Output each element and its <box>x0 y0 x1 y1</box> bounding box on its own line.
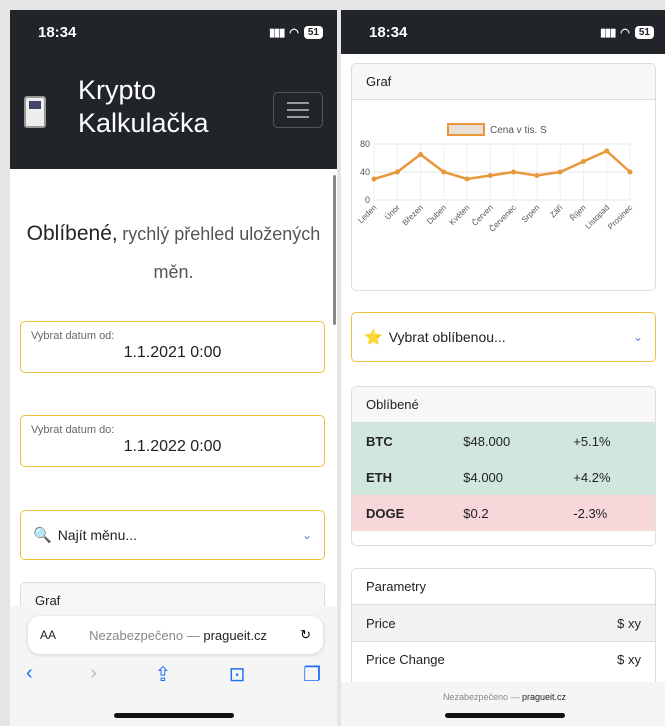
right-screen: 18:34 ▮▮▮ ◠ 51 Graf Cena v tis. S 0 40 80 Le… <box>341 10 665 726</box>
params-list: Price $ xy Price Change $ xy <box>352 605 655 677</box>
browser-bar: AA Nezabezpečeno — pragueit.cz ↻ ‹ › ⇪ ⊡… <box>10 606 337 726</box>
y-tick-label: 40 <box>360 167 370 177</box>
favorite-select[interactable]: ⭐ Vybrat oblíbenou... ⌄ <box>351 312 656 362</box>
forward-icon[interactable]: › <box>90 662 97 687</box>
graph-card-title: Graf <box>352 64 655 100</box>
data-point <box>464 176 470 182</box>
battery-icon: 51 <box>303 25 323 39</box>
table-row[interactable]: ETH $4.000 +4.2% <box>352 459 655 495</box>
tabs-icon[interactable]: ❐ <box>303 662 321 687</box>
bookmarks-icon[interactable]: ⊡ <box>229 662 246 687</box>
reader-aa-button[interactable]: AA <box>40 628 56 642</box>
data-point <box>627 169 633 175</box>
series-line <box>373 149 631 181</box>
x-tick-label: Prosinec <box>606 203 634 231</box>
battery-icon: 51 <box>634 25 654 39</box>
left-screen: 18:34 ▮▮▮ ◠ 51 Krypto Kalkulačka Oblíben… <box>10 10 337 726</box>
data-point <box>534 173 540 178</box>
x-tick-label: Září <box>548 203 565 220</box>
x-tick-label: Srpen <box>520 203 541 224</box>
x-tick-label: Květen <box>448 203 472 227</box>
graph-card: Graf Cena v tis. S 0 40 80 Leden Únor Březen Du… <box>351 63 656 291</box>
calculator-icon <box>24 96 46 128</box>
hamburger-icon <box>287 102 309 104</box>
date-from-value[interactable]: 1.1.2021 0:00 <box>31 344 314 362</box>
address-bar[interactable]: AA Nezabezpečeno — pragueit.cz ↻ <box>28 616 323 654</box>
data-point <box>394 169 400 175</box>
data-point <box>557 169 563 175</box>
back-icon[interactable]: ‹ <box>26 662 33 687</box>
chevron-down-icon: ⌄ <box>632 330 643 344</box>
favorites-table: BTC $48.000 +5.1% ETH $4.000 +4.2% DOGE … <box>352 423 655 531</box>
status-bar: 18:34 ▮▮▮ ◠ 51 <box>341 10 665 54</box>
data-point <box>441 169 447 175</box>
browser-toolbar: ‹ › ⇪ ⊡ ❐ <box>10 662 337 687</box>
status-time: 18:34 <box>38 23 77 41</box>
line-chart: Cena v tis. S 0 40 80 Leden ÚnorBřezen Duben Kv… <box>356 123 634 234</box>
navbar: Krypto Kalkulačka <box>10 54 337 169</box>
reload-icon[interactable]: ↻ <box>300 627 311 643</box>
home-indicator <box>113 713 234 718</box>
table-row[interactable]: DOGE $0.2 -2.3% <box>352 495 655 531</box>
data-point <box>487 173 493 178</box>
signal-icon: ▮▮▮ <box>600 26 616 39</box>
status-bar: 18:34 ▮▮▮ ◠ 51 <box>10 10 337 54</box>
chevron-down-icon: ⌄ <box>301 528 312 542</box>
x-tick-label: Leden <box>356 203 378 225</box>
x-tick-label: Duben <box>425 203 448 226</box>
favorites-title: Oblíbené <box>352 387 655 423</box>
data-point <box>418 152 424 157</box>
data-point <box>604 148 610 154</box>
date-to-value[interactable]: 1.1.2022 0:00 <box>31 438 314 456</box>
param-row: Price $ xy <box>352 605 655 641</box>
share-icon[interactable]: ⇪ <box>154 662 171 687</box>
y-tick-label: 80 <box>360 139 370 149</box>
date-from-field[interactable]: Vybrat datum od: 1.1.2021 0:00 <box>20 321 325 373</box>
date-to-field[interactable]: Vybrat datum do: 1.1.2022 0:00 <box>20 415 325 467</box>
brand-title[interactable]: Krypto Kalkulačka <box>78 74 209 140</box>
legend-label: Cena v tis. S <box>490 125 547 136</box>
url-footer[interactable]: Nezabezpečeno — pragueit.cz <box>341 682 665 726</box>
param-row: Price Change $ xy <box>352 641 655 677</box>
home-indicator <box>444 713 565 718</box>
wifi-icon: ◠ <box>289 26 299 39</box>
x-tick-label: Březen <box>401 203 425 227</box>
data-point <box>371 176 377 182</box>
y-tick-label: 0 <box>365 195 370 205</box>
x-tick-label: Říjen <box>568 203 588 223</box>
page-heading: Oblíbené, rychlý přehled uložených měn. <box>10 216 337 292</box>
domain: pragueit.cz <box>203 627 267 643</box>
params-title: Parametry <box>352 569 655 605</box>
status-time: 18:34 <box>369 23 408 41</box>
menu-toggle-button[interactable] <box>273 92 323 128</box>
find-currency-select[interactable]: 🔍 Najít měnu... ⌄ <box>20 510 325 560</box>
x-tick-label: Únor <box>383 203 402 222</box>
page-title: Oblíbené, <box>26 222 118 245</box>
table-row[interactable]: BTC $48.000 +5.1% <box>352 423 655 459</box>
signal-icon: ▮▮▮ <box>269 26 285 39</box>
data-point <box>511 169 517 175</box>
data-point <box>580 159 586 164</box>
search-icon: 🔍 <box>33 527 52 544</box>
wifi-icon: ◠ <box>620 26 630 39</box>
star-icon: ⭐ <box>364 329 383 346</box>
legend-swatch <box>447 123 485 136</box>
favorites-card: Oblíbené BTC $48.000 +5.1% ETH $4.000 +4… <box>351 386 656 546</box>
page-subtitle: rychlý přehled uložených měn. <box>122 224 321 282</box>
